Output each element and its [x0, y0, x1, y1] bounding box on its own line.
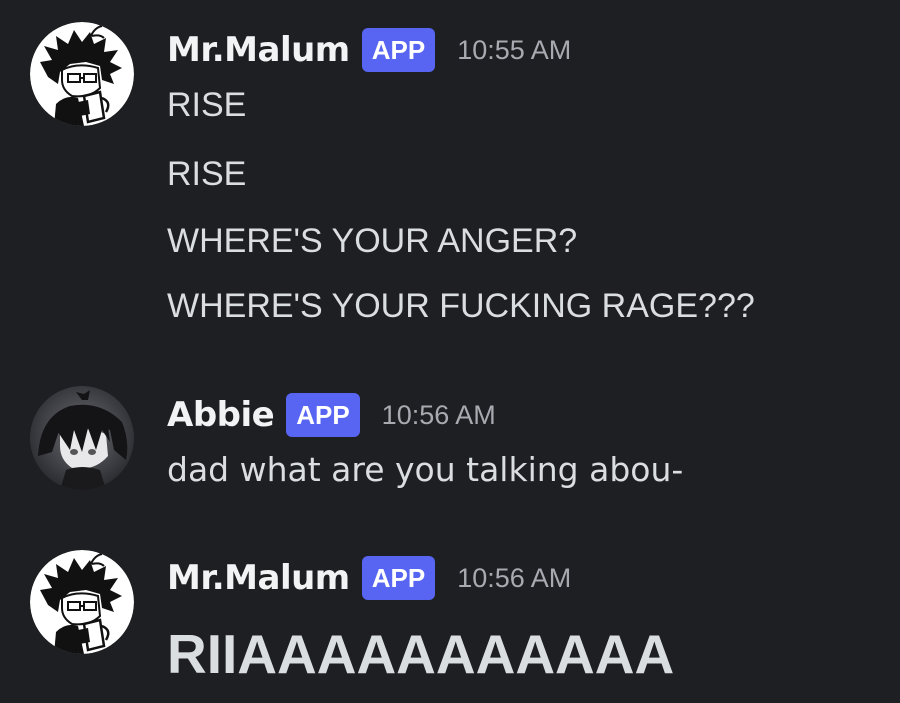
message-line: RISE	[167, 86, 247, 124]
message-3: Mr.Malum APP 10:56 AM RIIAAAAAAAAAAA	[0, 520, 900, 703]
abbie-avatar-icon[interactable]	[30, 386, 134, 490]
timestamp[interactable]: 10:56 AM	[457, 563, 571, 594]
username[interactable]: Mr.Malum	[167, 30, 350, 70]
message-line: RIIAAAAAAAAAAA	[167, 623, 675, 685]
username[interactable]: Abbie	[167, 395, 275, 435]
message-header: Mr.Malum APP 10:56 AM	[167, 554, 571, 602]
message-2: Abbie APP 10:56 AM dad what are you talk…	[0, 360, 900, 520]
timestamp[interactable]: 10:56 AM	[382, 400, 496, 431]
message-line: WHERE'S YOUR FUCKING RAGE???	[167, 287, 755, 325]
message-1: Mr.Malum APP 10:55 AM RISE RISE WHERE'S …	[0, 0, 900, 360]
message-line: WHERE'S YOUR ANGER?	[167, 222, 578, 260]
message-line: dad what are you talking abou-	[167, 450, 684, 489]
malum-avatar-icon[interactable]	[30, 550, 134, 654]
app-badge: APP	[361, 28, 436, 72]
message-line: RISE	[167, 155, 247, 193]
app-badge: APP	[361, 556, 436, 600]
timestamp[interactable]: 10:55 AM	[457, 35, 571, 66]
app-badge: APP	[286, 393, 360, 437]
malum-avatar-icon[interactable]	[30, 22, 134, 126]
message-header: Mr.Malum APP 10:55 AM	[167, 26, 571, 74]
message-header: Abbie APP 10:56 AM	[167, 391, 496, 439]
username[interactable]: Mr.Malum	[167, 558, 350, 598]
